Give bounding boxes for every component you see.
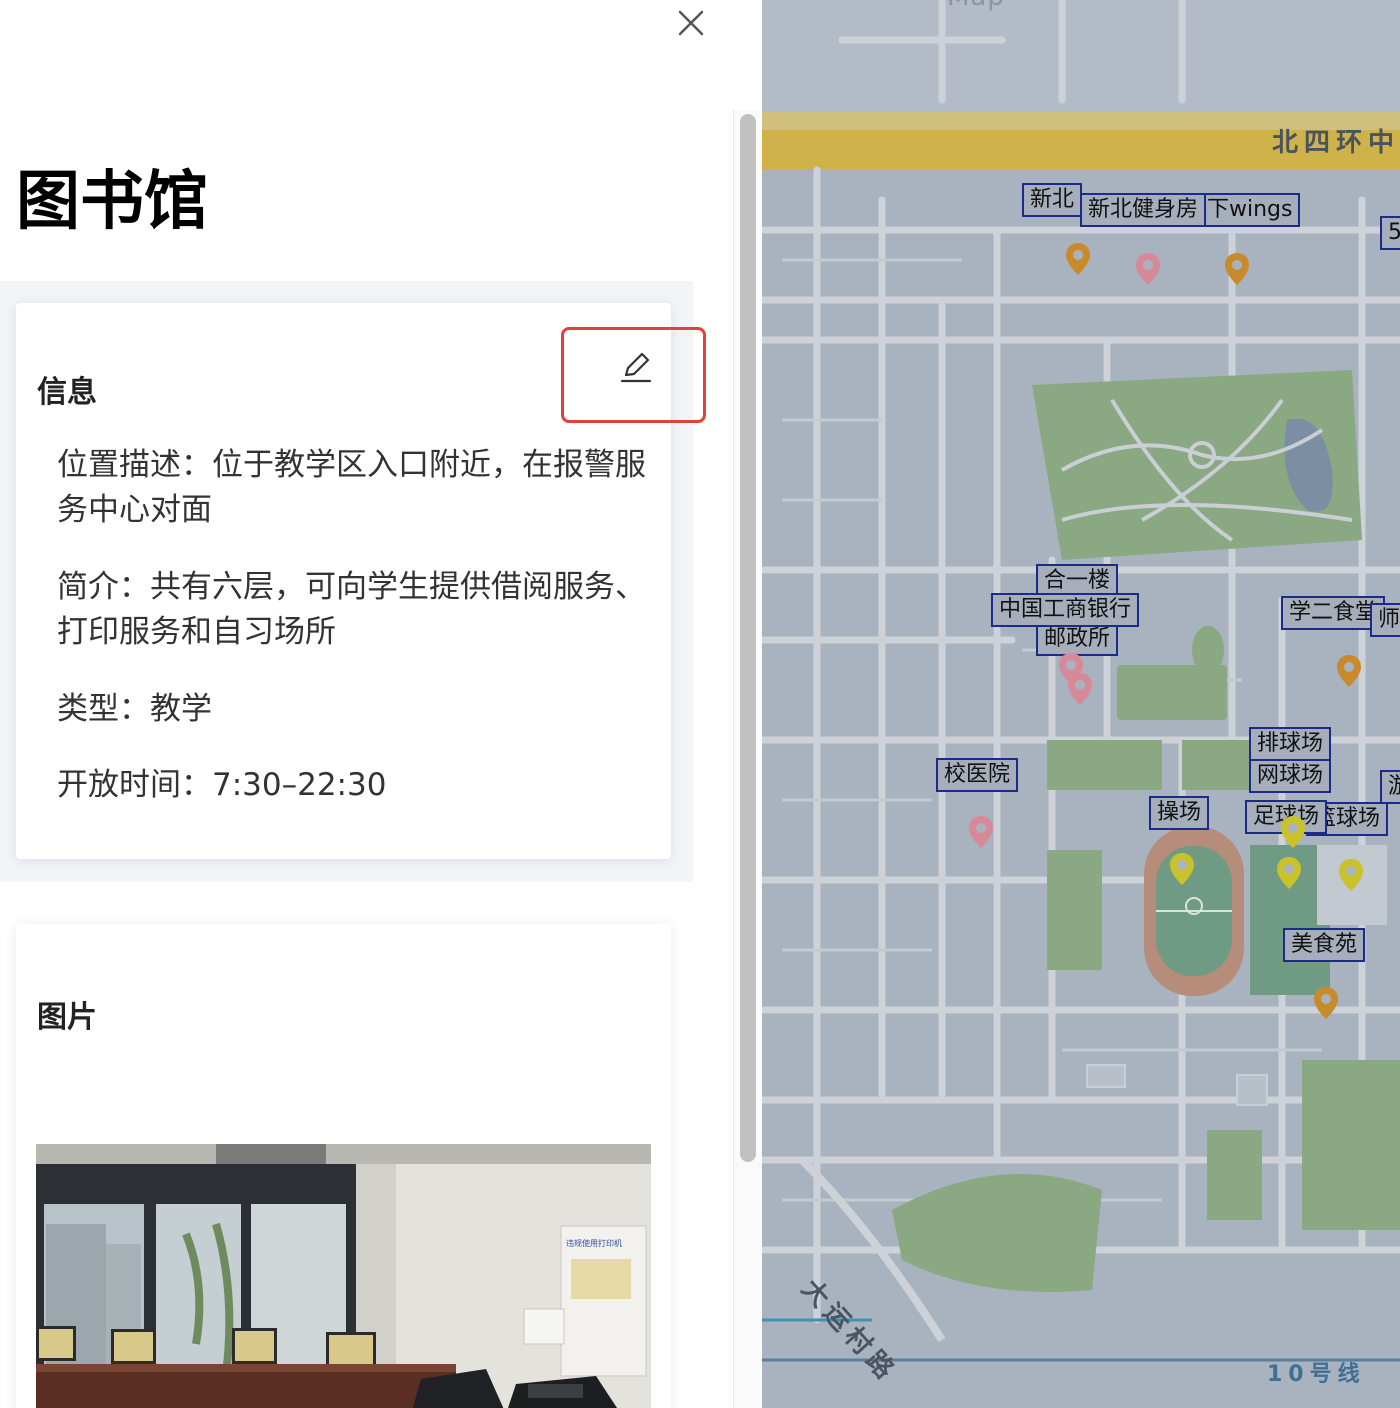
map-pin-icon[interactable] (1065, 242, 1091, 276)
opening-hours: 开放时间：7:30–22:30 (57, 767, 387, 803)
map-pin-icon[interactable] (1338, 858, 1364, 892)
map-label-shi[interactable]: 师 (1370, 603, 1400, 637)
location-description: 位置描述：位于教学区入口附近，在报警服务中心对面 (57, 447, 646, 528)
map-pin-icon[interactable] (1313, 986, 1339, 1020)
map-pin-icon[interactable] (1169, 852, 1195, 886)
map-pin-icon[interactable] (1280, 815, 1306, 849)
map-label-icbc[interactable]: 中国工商银行 (991, 593, 1140, 627)
photo-card-title: 图片 (37, 1000, 97, 1035)
map-label-hospital[interactable]: 校医院 (936, 758, 1019, 792)
introduction-text: 简介：共有六层，可向学生提供借阅服务、打印服务和自习场所 (57, 569, 646, 650)
road-name-north: 北四环中 (1272, 128, 1400, 158)
map-pin-icon[interactable] (1336, 654, 1362, 688)
info-card-title: 信息 (37, 375, 97, 410)
location-detail-panel: 图书馆 信息 位置描述：位于教学区入口附近，在报警服务中心对面 简介：共有六层，… (0, 0, 762, 1408)
close-icon[interactable] (672, 4, 710, 42)
map-label-meishiyuan[interactable]: 美食苑 (1283, 928, 1366, 962)
map-label-xinbei-gym[interactable]: 新北健身房 (1080, 193, 1207, 227)
map-pin-icon[interactable] (1067, 672, 1093, 706)
edit-button-highlight (561, 327, 706, 423)
scrollbar-thumb[interactable] (740, 114, 756, 1162)
map-pin-icon[interactable] (1135, 252, 1161, 286)
map-label-xinbei[interactable]: 新北 (1022, 183, 1083, 217)
type-text: 类型：教学 (57, 691, 212, 727)
map-pin-icon[interactable] (1224, 252, 1250, 286)
map-pin-icon[interactable] (968, 815, 994, 849)
map-pin-icon[interactable] (1276, 856, 1302, 890)
map-label-post[interactable]: 邮政所 (1036, 622, 1119, 656)
metro-line-label: 10号线 (1267, 1362, 1366, 1387)
map-label-playground[interactable]: 操场 (1149, 796, 1210, 830)
map-label-you[interactable]: 游 (1380, 770, 1400, 804)
map-label-tennis[interactable]: 网球场 (1249, 759, 1332, 793)
campus-map[interactable]: Map 北四环中 大运村路 10号线 新北 地下wings 新北健身房 5 合一… (762, 0, 1400, 1408)
library-photo-image: 违规使用打印机 (36, 1144, 651, 1408)
page-title: 图书馆 (16, 165, 208, 239)
map-label-five[interactable]: 5 (1380, 216, 1400, 250)
map-top-label: Map (947, 0, 1005, 12)
library-photo[interactable]: 违规使用打印机 (36, 1144, 651, 1408)
photo-sign-text: 违规使用打印机 (566, 1238, 622, 1248)
map-label-volleyball[interactable]: 排球场 (1249, 727, 1332, 761)
